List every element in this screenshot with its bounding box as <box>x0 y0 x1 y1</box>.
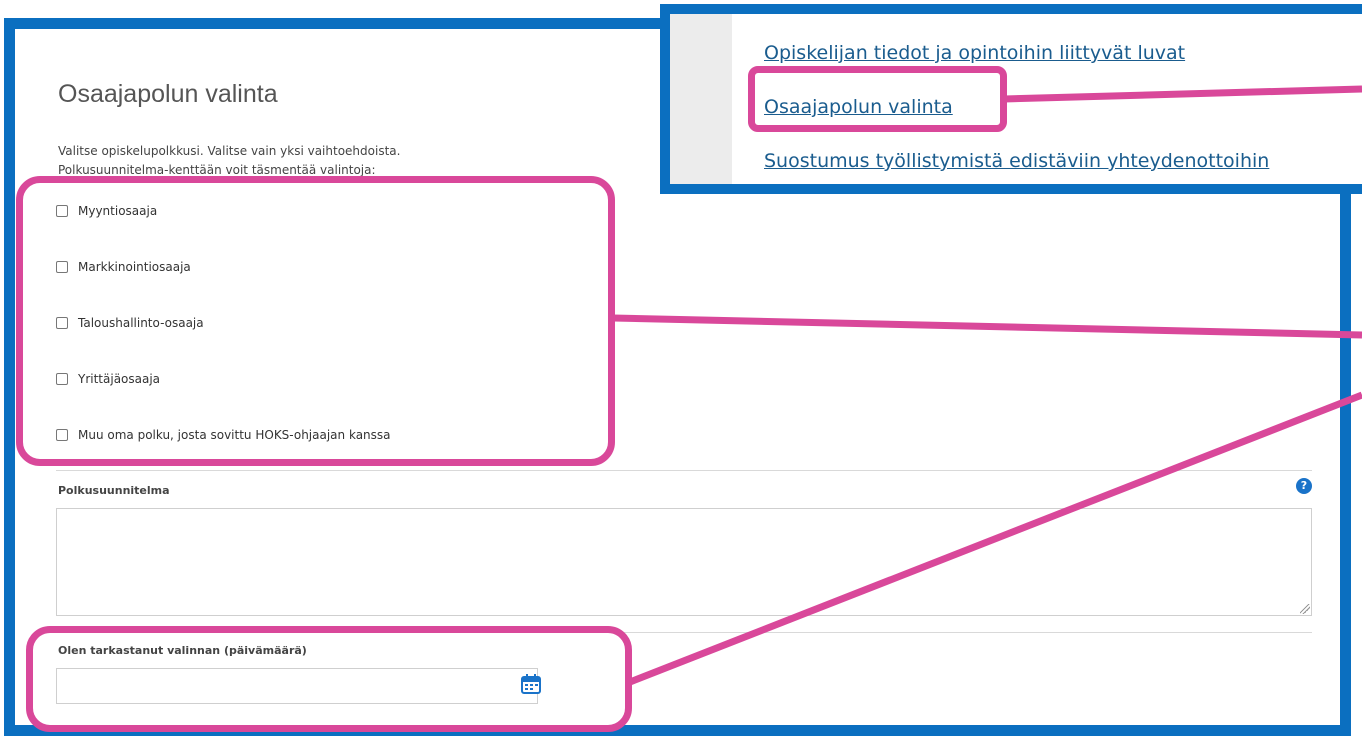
page-title: Osaajapolun valinta <box>58 80 278 108</box>
highlight-date-field <box>26 626 632 732</box>
divider <box>56 470 1312 471</box>
resize-grip-icon[interactable] <box>1300 604 1310 614</box>
instructions: Valitse opiskelupolkkusi. Valitse vain y… <box>58 142 400 180</box>
plan-label: Polkusuunnitelma <box>58 484 170 497</box>
plan-textarea[interactable] <box>56 508 1312 616</box>
highlight-options <box>16 176 615 466</box>
nav-link-student-info[interactable]: Opiskelijan tiedot ja opintoihin liittyv… <box>764 42 1185 64</box>
nav-strip <box>670 14 732 184</box>
highlight-nav-link <box>748 66 1007 132</box>
instructions-line-1: Valitse opiskelupolkkusi. Valitse vain y… <box>58 144 401 158</box>
nav-link-employment-consent[interactable]: Suostumus työllistymistä edistäviin yhte… <box>764 150 1269 172</box>
help-icon[interactable]: ? <box>1296 478 1312 494</box>
